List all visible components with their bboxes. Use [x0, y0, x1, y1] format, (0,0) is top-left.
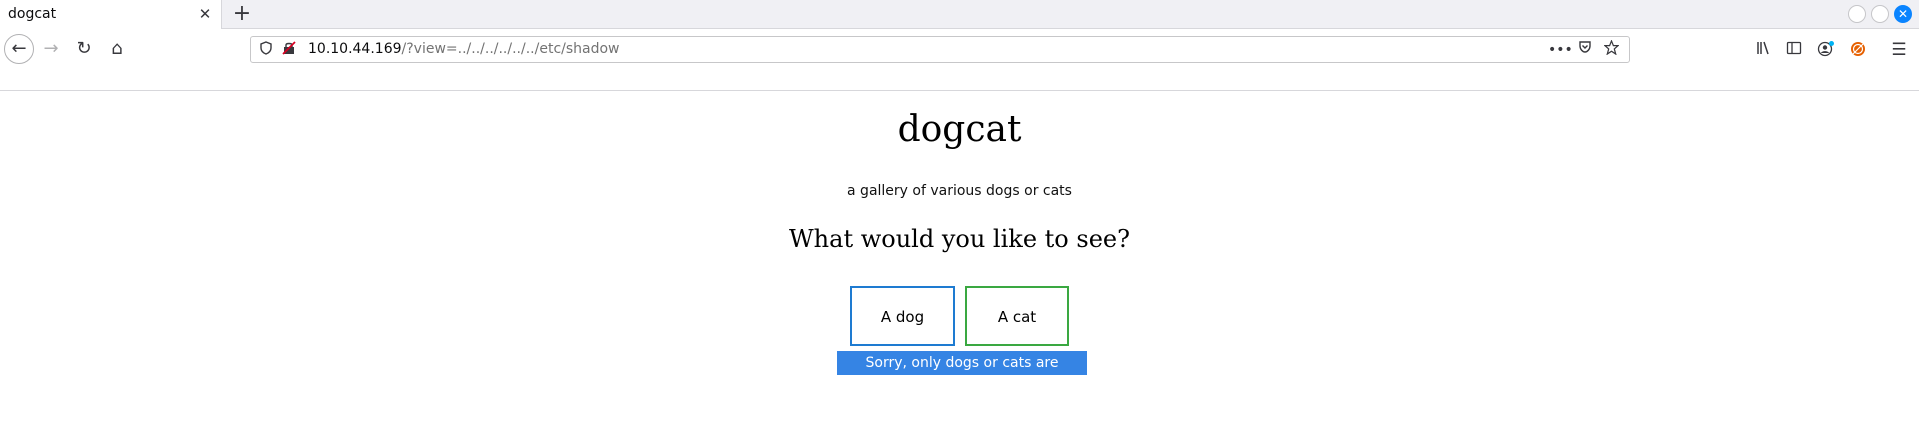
url-path: /?view=../../../../../../etc/shadow [401, 41, 620, 57]
home-button[interactable]: ⌂ [103, 35, 131, 63]
question-heading: What would you like to see? [789, 225, 1130, 253]
tab-dogcat[interactable]: dogcat ✕ [0, 0, 222, 29]
forward-button[interactable]: → [37, 35, 65, 63]
window-close-button[interactable]: ✕ [1894, 5, 1912, 23]
page-actions-icon[interactable]: ••• [1548, 40, 1573, 60]
maximize-button[interactable] [1871, 5, 1889, 23]
error-message: Sorry, only dogs or cats are allowed. [837, 351, 1087, 395]
tab-close-icon[interactable]: ✕ [196, 5, 214, 23]
dog-button[interactable]: A dog [850, 286, 955, 346]
back-button[interactable]: ← [4, 34, 34, 64]
pocket-icon[interactable] [1575, 40, 1595, 60]
page-content: dogcat a gallery of various dogs or cats… [0, 91, 1919, 438]
shield-icon[interactable] [258, 41, 274, 57]
bookmark-star-icon[interactable] [1601, 39, 1621, 60]
tab-title: dogcat [8, 6, 57, 22]
site-subtitle: a gallery of various dogs or cats [847, 183, 1072, 199]
insecure-lock-icon[interactable] [281, 41, 297, 57]
url-host: 10.10.44.169 [308, 41, 402, 57]
site-title: dogcat [897, 109, 1022, 150]
cat-button[interactable]: A cat [965, 286, 1069, 346]
sidebar-icon[interactable] [1784, 40, 1804, 60]
extension-icon[interactable] [1848, 40, 1868, 60]
url-bar[interactable]: 10.10.44.169/?view=../../../../../../etc… [250, 36, 1630, 63]
new-tab-button[interactable]: + [230, 2, 254, 26]
nav-toolbar: ← → ↻ ⌂ 10.10.44.169/?view=../../../../.… [0, 29, 1919, 91]
minimize-button[interactable] [1848, 5, 1866, 23]
menu-icon[interactable]: ☰ [1889, 40, 1909, 60]
account-icon[interactable] [1816, 40, 1836, 60]
tab-strip: dogcat ✕ + ✕ [0, 0, 1919, 29]
reload-button[interactable]: ↻ [70, 35, 98, 63]
library-icon[interactable] [1753, 40, 1773, 60]
url-text[interactable]: 10.10.44.169/?view=../../../../../../etc… [308, 41, 620, 57]
